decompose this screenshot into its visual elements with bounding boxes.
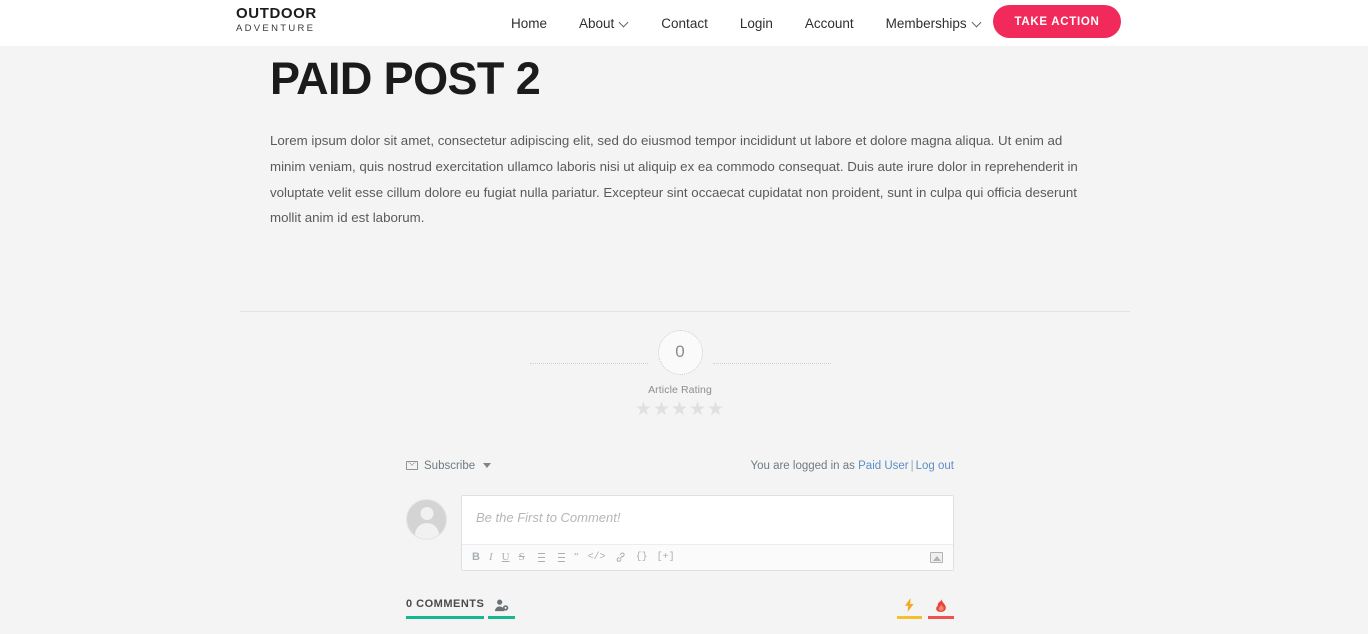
nav-item-label: About — [579, 15, 615, 31]
login-status: You are logged in as Paid User | Log out — [750, 460, 954, 472]
user-settings-icon-svg — [495, 599, 509, 612]
caret-down-icon — [483, 463, 492, 468]
subscribe-label: Subscribe — [424, 459, 476, 472]
login-separator: | — [910, 459, 914, 472]
comments-topbar: Subscribe You are logged in as Paid User… — [406, 454, 954, 477]
nav-item-label: Login — [739, 15, 773, 31]
rating-dash-right — [712, 362, 831, 364]
italic-button[interactable]: I — [489, 552, 493, 563]
page-title: PAID POST 2 — [270, 53, 541, 104]
take-action-button[interactable]: TAKE ACTION — [993, 5, 1121, 38]
comment-composer-row: Be the First to Comment! B I U S ” </> {… — [406, 495, 954, 571]
login-prefix-text: You are logged in as — [750, 459, 859, 472]
image-upload-icon[interactable] — [930, 552, 943, 563]
nav-item-memberships[interactable]: Memberships — [870, 16, 998, 31]
logo-secondary-text: ADVENTURE — [236, 23, 316, 34]
rating-value: 0 — [657, 329, 703, 375]
nav-item-label: Home — [511, 15, 548, 31]
article-rating-widget: 0 Article Rating ★★★★★ — [270, 328, 1090, 422]
ordered-list-button[interactable] — [534, 553, 545, 562]
editor-toolbar-buttons: B I U S ” </> {} [+] — [472, 552, 675, 563]
link-icon[interactable] — [615, 552, 627, 563]
blockquote-button[interactable]: ” — [574, 552, 579, 563]
logo-primary-text: OUTDOOR — [236, 5, 317, 22]
nav-item-about[interactable]: About — [563, 16, 645, 31]
bold-button[interactable]: B — [472, 552, 480, 563]
flame-icon[interactable] — [928, 598, 954, 619]
underline-button[interactable]: U — [502, 552, 510, 563]
editor-toolbar: B I U S ” </> {} [+] — [462, 544, 953, 570]
spoiler-button[interactable]: {} — [636, 552, 648, 563]
nav-item-account[interactable]: Account — [789, 16, 870, 31]
envelope-icon — [406, 461, 418, 470]
comment-input[interactable]: Be the First to Comment! — [462, 496, 953, 544]
user-settings-icon[interactable] — [488, 599, 516, 619]
rating-label: Article Rating — [648, 384, 712, 396]
nav-item-login[interactable]: Login — [724, 16, 789, 31]
logout-link[interactable]: Log out — [916, 460, 954, 472]
comments-count-bar: 0 COMMENTS — [406, 593, 954, 619]
code-button[interactable]: </> — [588, 552, 606, 563]
link-icon-svg — [616, 552, 625, 562]
lightning-bolt-icon-svg — [905, 598, 914, 612]
article-paragraph: Lorem ipsum dolor sit amet, consectetur … — [270, 133, 1078, 226]
avatar — [406, 499, 447, 540]
site-logo[interactable]: OUTDOOR ADVENTURE — [236, 6, 317, 34]
subscribe-button[interactable]: Subscribe — [406, 459, 492, 472]
section-divider — [240, 311, 1130, 312]
main-navigation: Home About Contact Login Account Members… — [505, 0, 1057, 46]
flame-icon-svg — [936, 598, 946, 612]
chevron-down-icon — [620, 18, 629, 27]
site-header: OUTDOOR ADVENTURE Home About Contact Log… — [0, 0, 1368, 46]
chevron-down-icon — [973, 18, 982, 27]
rating-dash-left — [529, 362, 648, 364]
article-content: PAID POST 2 Lorem ipsum dolor sit amet, … — [240, 46, 1130, 312]
comment-editor[interactable]: Be the First to Comment! B I U S ” </> {… — [461, 495, 954, 571]
comments-tabs-right — [897, 598, 954, 619]
nav-item-label: Contact — [661, 15, 708, 31]
comments-tabs-left: 0 COMMENTS — [406, 598, 516, 619]
nav-item-home[interactable]: Home — [505, 16, 563, 31]
comments-count-label[interactable]: 0 COMMENTS — [406, 598, 485, 619]
page-body: PAID POST 2 Lorem ipsum dolor sit amet, … — [0, 46, 1368, 634]
logged-in-user-link[interactable]: Paid User — [858, 460, 909, 472]
lightning-bolt-icon[interactable] — [897, 598, 922, 619]
comments-section: Subscribe You are logged in as Paid User… — [406, 454, 954, 619]
rating-circle-row: 0 — [270, 328, 1090, 376]
source-button[interactable]: [+] — [657, 552, 675, 563]
rating-stars[interactable]: ★★★★★ — [635, 399, 725, 422]
strikethrough-button[interactable]: S — [519, 552, 525, 563]
nav-item-label: Account — [804, 15, 854, 31]
nav-item-contact[interactable]: Contact — [645, 16, 724, 31]
unordered-list-button[interactable] — [554, 553, 565, 562]
nav-item-label: Memberships — [885, 15, 967, 31]
